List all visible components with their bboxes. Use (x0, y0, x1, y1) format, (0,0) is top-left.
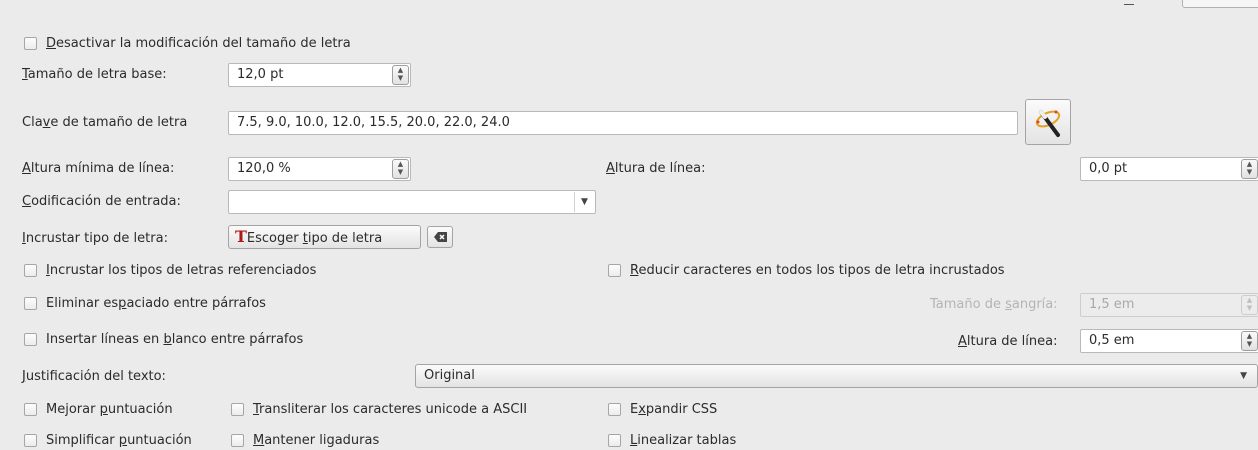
indent-size-stepper[interactable]: ▲ ▼ (1241, 295, 1258, 315)
indent-size-input[interactable]: 1,5 em (1080, 293, 1258, 317)
chevron-down-icon[interactable]: ▼ (581, 191, 588, 213)
line-height-input[interactable]: 0,0 pt (1080, 157, 1258, 181)
checkbox-box[interactable] (608, 264, 621, 277)
input-encoding-combobox[interactable]: ▼ (228, 190, 596, 214)
base-font-size-label: Tamaño de letra base: (22, 67, 167, 82)
checkbox-box[interactable] (231, 434, 244, 447)
input-encoding-label: Codificación de entrada: (22, 194, 181, 209)
justification-label: Justificación del texto: (22, 369, 166, 384)
font-icon: T (235, 227, 247, 246)
clear-font-button[interactable] (427, 226, 453, 248)
base-font-size-input[interactable]: 12,0 pt (228, 63, 411, 87)
font-size-key-input[interactable]: 7.5, 9.0, 10.0, 12.0, 15.5, 20.0, 22.0, … (228, 111, 1018, 135)
combo-divider (574, 192, 575, 212)
embed-font-label: Incrustar tipo de letra: (22, 231, 168, 246)
checkbox-box[interactable] (608, 434, 621, 447)
font-size-key-label: Clave de tamaño de letra (22, 115, 188, 130)
checkbox-box[interactable] (231, 403, 244, 416)
checkbox-box[interactable] (24, 403, 37, 416)
blank-line-height-input[interactable]: 0,5 em (1080, 329, 1258, 353)
blank-line-height-label: Altura de línea: (958, 334, 1058, 349)
checkbox-box[interactable] (24, 434, 37, 447)
justification-dropdown[interactable]: Original ▼ (415, 364, 1258, 388)
min-line-height-label: Altura mínima de línea: (22, 161, 175, 176)
checkbox-box[interactable] (24, 264, 37, 277)
checkbox-box[interactable] (608, 403, 621, 416)
magic-wand-icon (1035, 110, 1061, 137)
checkbox-box[interactable] (24, 333, 37, 346)
checkbox-box[interactable] (24, 297, 37, 310)
min-line-height-stepper[interactable]: ▲ ▼ (392, 159, 409, 179)
top-dash (1124, 4, 1134, 5)
clear-icon (434, 232, 447, 242)
line-height-stepper[interactable]: ▲ ▼ (1241, 159, 1258, 179)
chevron-down-icon: ▼ (1240, 371, 1247, 381)
blank-line-height-stepper[interactable]: ▲ ▼ (1241, 331, 1258, 351)
indent-size-label: Tamaño de sangría: (930, 297, 1058, 312)
min-line-height-input[interactable]: 120,0 % (228, 157, 411, 181)
checkbox-box[interactable] (24, 37, 37, 50)
top-partial-control (1182, 0, 1258, 8)
font-size-wizard-button[interactable] (1025, 99, 1071, 145)
choose-font-button[interactable]: TEscoger tipo de letra (228, 225, 421, 249)
base-font-size-stepper[interactable]: ▲ ▼ (392, 65, 409, 85)
line-height-label: Altura de línea: (606, 161, 706, 176)
